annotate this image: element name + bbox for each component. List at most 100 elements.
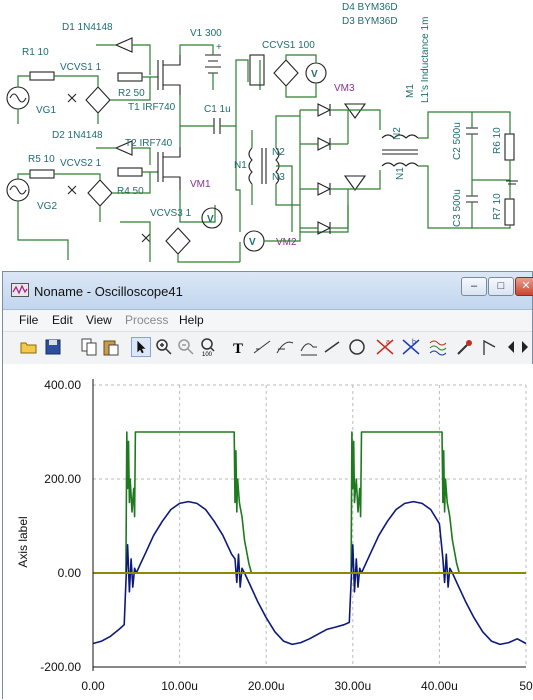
trace-green-0 <box>93 431 526 574</box>
label-vm1: VM1 <box>190 179 211 190</box>
label-n3: N3 <box>272 172 285 183</box>
menu-view[interactable]: View <box>86 313 112 327</box>
label-c1: C1 1u <box>204 104 231 115</box>
y-tick-label: -200.00 <box>40 660 81 674</box>
mosfet-t1 <box>157 55 181 95</box>
label-n2a: N2 <box>272 147 285 158</box>
label-n2b: N2 <box>392 127 403 140</box>
mosfet-t2 <box>157 147 181 190</box>
label-d1: D1 1N4148 <box>62 22 113 33</box>
probe-icon[interactable] <box>455 337 475 357</box>
vcvs1-sense <box>67 93 77 103</box>
label-n1a: N1 <box>234 160 247 171</box>
oscilloscope-window: Noname - Oscilloscope41 – □ ✕ File Edit … <box>2 271 533 700</box>
label-r6: R6 10 <box>492 127 503 154</box>
svg-text:b: b <box>412 339 416 346</box>
x-tick-label: 30.00u <box>334 679 371 693</box>
flag-icon[interactable] <box>479 337 499 357</box>
menu-help[interactable]: Help <box>179 313 204 327</box>
resistor-r1 <box>29 71 55 81</box>
paste-icon[interactable] <box>101 337 121 357</box>
vcvs2-diamond <box>87 179 113 207</box>
graph-icon[interactable] <box>299 337 319 357</box>
svg-text:T: T <box>233 341 243 357</box>
label-v1: V1 300 <box>190 28 222 39</box>
current-sensor <box>249 54 265 86</box>
resistor-r6 <box>504 133 515 161</box>
svg-text:V: V <box>207 214 214 225</box>
maximize-button[interactable]: □ <box>488 277 514 296</box>
oscilloscope-plot[interactable]: -200.000.00200.00400.000.00 10.00u 20.00u 3… <box>3 364 533 700</box>
ground-symbol <box>506 180 518 185</box>
close-button[interactable]: ✕ <box>515 277 533 296</box>
label-vcvs3: VCVS3 1 <box>150 208 192 219</box>
text-icon[interactable]: T <box>229 337 249 357</box>
curve-annot-icon[interactable] <box>275 337 295 357</box>
label-r4: R4 50 <box>117 186 144 197</box>
label-c2: C2 500u <box>452 122 463 160</box>
waves-icon[interactable] <box>428 337 448 357</box>
pointer-icon[interactable] <box>131 337 151 357</box>
label-vm2: VM2 <box>276 237 297 248</box>
label-ccvs1: CCVS1 100 <box>262 40 315 51</box>
zoom-in-icon[interactable] <box>154 337 174 357</box>
zoom-out-icon[interactable] <box>176 337 196 357</box>
open-icon[interactable] <box>19 337 39 357</box>
svg-text:+: + <box>216 42 222 53</box>
diode-bridge-3 <box>317 182 332 196</box>
y-tick-label: 200.00 <box>44 472 81 486</box>
label-m1: M1 <box>405 84 416 98</box>
resistor-r5 <box>29 169 55 179</box>
x-tick-label: 40.00u <box>421 679 458 693</box>
label-vg2: VG2 <box>37 201 57 212</box>
label-vg1: VG1 <box>36 105 56 116</box>
capacitor-c1 <box>213 118 221 134</box>
diode-bridge-1 <box>317 103 332 117</box>
copy-icon[interactable] <box>79 337 99 357</box>
capacitor-c2 <box>466 127 478 135</box>
vcvs3-diamond <box>165 227 191 255</box>
battery-v1 <box>205 54 221 74</box>
minimize-button[interactable]: – <box>461 277 487 296</box>
menu-file[interactable]: File <box>19 313 38 327</box>
y-axis-label: Axis label <box>16 516 30 567</box>
label-r7: R7 10 <box>492 193 503 220</box>
label-r2: R2 50 <box>118 88 145 99</box>
diagonal-line-icon[interactable] <box>322 337 342 357</box>
label-t1: T1 IRF740 <box>128 102 176 113</box>
label-t2: T2 IRF740 <box>125 138 173 149</box>
cursor-a-icon[interactable]: a <box>375 337 395 357</box>
y-tick-label: 0.00 <box>58 566 82 580</box>
menu-edit[interactable]: Edit <box>52 313 73 327</box>
menu-bar: File Edit View Process Help <box>3 310 532 332</box>
label-n1b: N1 <box>395 167 406 180</box>
scroll-right-icon[interactable] <box>519 337 531 357</box>
svg-text:V: V <box>311 69 318 80</box>
diode-bridge-2 <box>317 137 332 151</box>
toolbar: 100 T a b <box>3 332 532 365</box>
menu-process[interactable]: Process <box>125 313 168 327</box>
vcvs1-diamond <box>85 86 111 114</box>
diode-d4 <box>343 175 367 191</box>
label-vcvs2: VCVS2 1 <box>60 158 102 169</box>
circle-icon[interactable] <box>347 337 367 357</box>
resistor-r4 <box>117 167 143 177</box>
x-tick-label: 20.00u <box>248 679 285 693</box>
cursor-b-icon[interactable]: b <box>401 337 421 357</box>
label-r1: R1 10 <box>22 47 49 58</box>
resistor-r2 <box>117 72 143 82</box>
x-tick-label: 0.00 <box>81 679 105 693</box>
svg-text:V: V <box>249 237 256 248</box>
svg-text:a: a <box>386 339 390 346</box>
label-d2: D2 1N4148 <box>52 130 103 141</box>
label-r5: R5 10 <box>28 154 55 165</box>
x-tick-label: 50 <box>519 679 533 693</box>
window-title: Noname - Oscilloscope41 <box>34 284 183 299</box>
save-icon[interactable] <box>43 337 63 357</box>
line-annot-icon[interactable] <box>252 337 272 357</box>
label-d3: D3 BYM36D <box>342 16 398 27</box>
zoom-100-icon[interactable]: 100 <box>199 337 219 357</box>
scroll-left-icon[interactable] <box>505 337 517 357</box>
capacitor-c3 <box>466 195 478 203</box>
title-bar[interactable]: Noname - Oscilloscope41 – □ ✕ <box>3 272 533 310</box>
